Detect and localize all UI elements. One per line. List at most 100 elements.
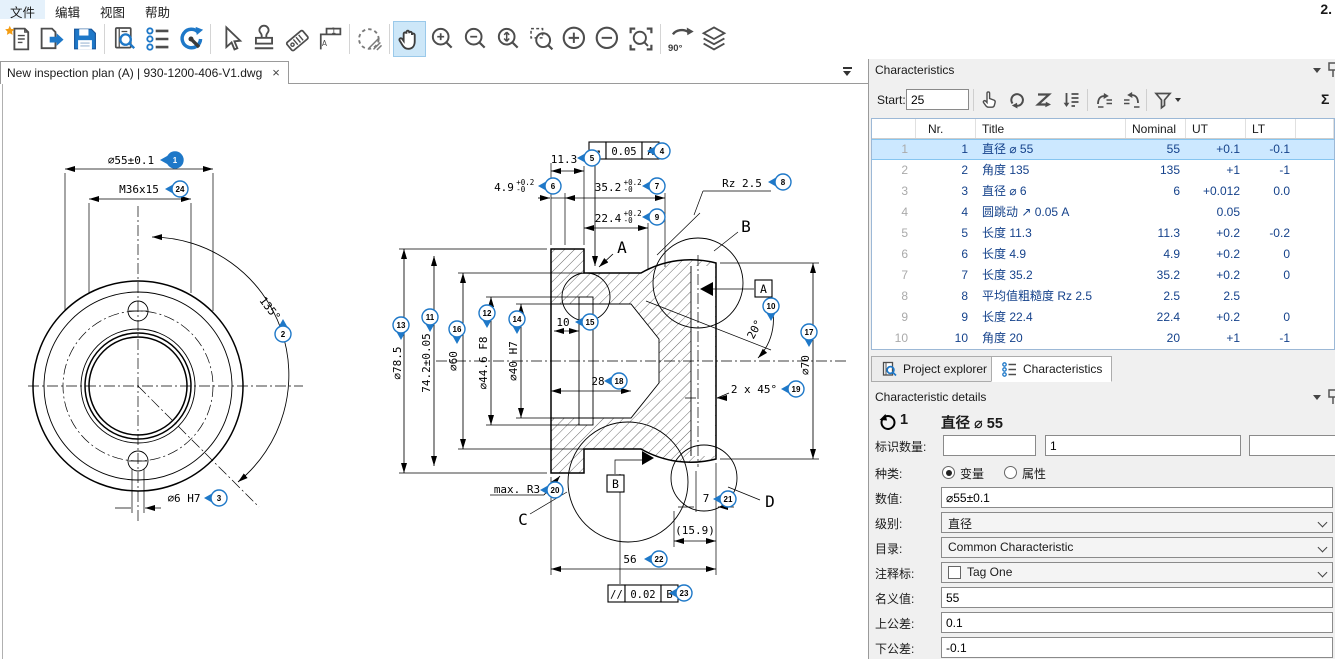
tag-icon[interactable]: [280, 21, 313, 57]
characteristics-list-icon[interactable]: [141, 21, 174, 57]
balloon-3[interactable]: 3: [204, 490, 227, 506]
tab-close-button[interactable]: ×: [272, 65, 280, 80]
svg-text:B: B: [612, 477, 619, 491]
balloon-10[interactable]: 10: [763, 298, 779, 321]
zoom-window-icon[interactable]: [525, 21, 558, 57]
balloon-5[interactable]: 5: [577, 150, 600, 166]
id-quantity-input-1[interactable]: [943, 435, 1036, 456]
svg-text:19: 19: [792, 385, 801, 394]
balloon-6[interactable]: 6: [538, 178, 561, 194]
svg-text:6: 6: [551, 182, 556, 191]
value-input[interactable]: [941, 487, 1333, 508]
id-quantity-input-3[interactable]: [1249, 435, 1335, 456]
open-document-icon[interactable]: [35, 21, 68, 57]
dim-text: 10: [556, 316, 569, 329]
tab-characteristics[interactable]: Characteristics: [991, 356, 1112, 382]
dimension-corner-icon[interactable]: 1A: [313, 21, 346, 57]
panel-dropdown-icon[interactable]: [1313, 68, 1321, 73]
zoom-out-icon[interactable]: [459, 21, 492, 57]
svg-text:17: 17: [805, 328, 814, 337]
lower-tolerance-input[interactable]: [941, 637, 1333, 658]
svg-text:0.02: 0.02: [630, 589, 655, 601]
balloon-8[interactable]: 8: [768, 174, 791, 190]
statistics-sigma-icon[interactable]: Σ: [1321, 91, 1329, 107]
rotate-90-icon[interactable]: 90°: [664, 21, 697, 57]
table-row-8[interactable]: 88平均值粗糙度 Rz 2.52.52.5: [872, 286, 1334, 307]
balloon-1[interactable]: 1: [160, 152, 183, 168]
table-row-3[interactable]: 33直径 ⌀ 66+0.0120.0: [872, 181, 1334, 202]
select-cursor-icon[interactable]: [214, 21, 247, 57]
pan-hand-icon[interactable]: [393, 21, 426, 57]
pin-icon[interactable]: [1328, 62, 1335, 78]
level-select[interactable]: 直径: [941, 512, 1333, 533]
characteristic-number: 1: [900, 412, 908, 428]
insert-characteristic-icon[interactable]: [1091, 88, 1117, 112]
tab-project-explorer[interactable]: Project explorer: [871, 356, 997, 382]
table-row-6[interactable]: 66长度 4.94.9+0.20: [872, 244, 1334, 265]
radio-variable[interactable]: [942, 466, 955, 479]
drawing-canvas[interactable]: ⌀55±0.1M36x15135°⌀6 H711.34.9+0.2-035.2+…: [2, 83, 868, 659]
filter-icon[interactable]: [1150, 88, 1176, 112]
balloon-24[interactable]: 24: [165, 181, 188, 197]
document-tab[interactable]: New inspection plan (A) | 930-1200-406-V…: [0, 61, 289, 84]
renumber-z-icon[interactable]: [1031, 88, 1057, 112]
filter-dropdown-caret[interactable]: [1175, 98, 1181, 102]
update-settings-icon[interactable]: [174, 21, 207, 57]
balloon-21[interactable]: 21: [713, 491, 736, 507]
svg-text:18: 18: [615, 377, 624, 386]
dim-text: M36x15: [119, 183, 159, 196]
catalog-select[interactable]: Common Characteristic: [941, 537, 1333, 558]
balloon-20[interactable]: 20: [540, 482, 563, 498]
id-quantity-input-2[interactable]: [1045, 435, 1241, 456]
balloon-2[interactable]: 2: [275, 319, 291, 342]
sort-list-icon[interactable]: [1058, 88, 1084, 112]
balloon-14[interactable]: 14: [509, 311, 525, 334]
upper-tolerance-input[interactable]: [941, 612, 1333, 633]
zoom-in-icon[interactable]: [426, 21, 459, 57]
renumber-loop-icon[interactable]: [1004, 88, 1030, 112]
layers-icon[interactable]: [697, 21, 730, 57]
table-header[interactable]: Nr. Title Nominal UT LT: [872, 119, 1334, 139]
project-explorer-icon[interactable]: [108, 21, 141, 57]
nominal-input[interactable]: [941, 587, 1333, 608]
pick-hand-icon[interactable]: [977, 88, 1003, 112]
region-select-icon[interactable]: [353, 21, 386, 57]
table-row-10[interactable]: 1010角度 2020+1-1: [872, 328, 1334, 349]
dim-text: 135°: [256, 294, 283, 323]
document-tab-title: New inspection plan (A) | 930-1200-406-V…: [7, 66, 262, 80]
col-title: Title: [976, 119, 1126, 138]
start-input[interactable]: [906, 89, 969, 110]
tag-checkbox[interactable]: [948, 566, 961, 579]
table-row-2[interactable]: 22角度 135135+1-1: [872, 160, 1334, 181]
panel-dropdown-icon[interactable]: [1313, 395, 1321, 400]
pin-icon[interactable]: [1328, 389, 1335, 405]
balloon-17[interactable]: 17: [801, 324, 817, 347]
table-row-1[interactable]: 11直径 ⌀ 5555+0.1-0.1: [872, 139, 1334, 160]
zoom-vertical-icon[interactable]: [492, 21, 525, 57]
new-inspection-plan-icon[interactable]: [2, 21, 35, 57]
svg-text:A: A: [321, 39, 327, 48]
balloon-12[interactable]: 12: [479, 305, 495, 328]
balloon-22[interactable]: 22: [644, 551, 667, 567]
field-nominal: 名义值:: [869, 587, 1335, 609]
move-characteristic-icon[interactable]: [1119, 88, 1145, 112]
radio-attribute[interactable]: [1004, 466, 1017, 479]
table-row-5[interactable]: 55长度 11.311.3+0.2-0.2: [872, 223, 1334, 244]
table-row-4[interactable]: 44圆跳动 ↗ 0.05 A0.05: [872, 202, 1334, 223]
balloon-19[interactable]: 19: [781, 381, 804, 397]
balloon-11[interactable]: 11: [422, 309, 438, 332]
characteristic-name: 直径 ⌀ 55: [941, 412, 1003, 433]
field-catalog: 目录: Common Characteristic: [869, 537, 1335, 559]
table-row-7[interactable]: 77长度 35.235.2+0.20: [872, 265, 1334, 286]
tab-list-dropdown-icon[interactable]: [840, 67, 854, 79]
stamp-icon[interactable]: [247, 21, 280, 57]
save-icon[interactable]: [68, 21, 101, 57]
balloon-7[interactable]: 7: [642, 178, 665, 194]
decrease-icon[interactable]: [591, 21, 624, 57]
increase-icon[interactable]: [558, 21, 591, 57]
balloon-9[interactable]: 9: [642, 209, 665, 225]
tag-select[interactable]: Tag One: [941, 562, 1333, 583]
table-row-9[interactable]: 99长度 22.422.4+0.20: [872, 307, 1334, 328]
zoom-fit-icon[interactable]: [624, 21, 657, 57]
balloon-13[interactable]: 13: [393, 317, 409, 340]
